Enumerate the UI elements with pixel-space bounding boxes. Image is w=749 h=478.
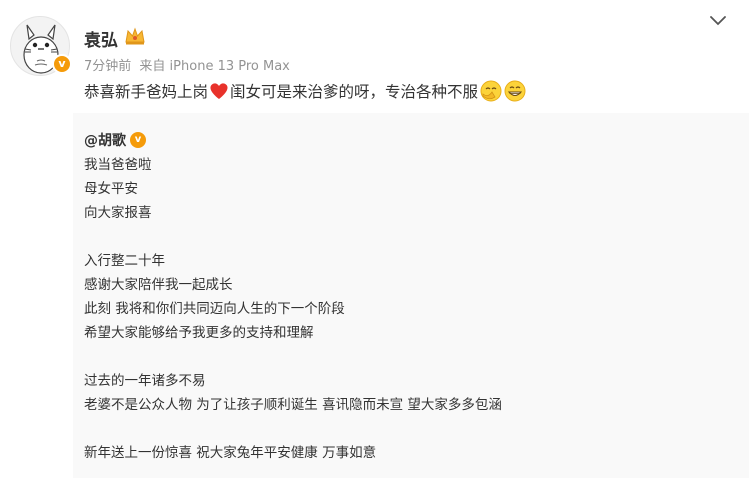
post-text-part2: 闺女可是来治爹的呀，专治各种不服: [230, 83, 479, 101]
avatar-container[interactable]: v: [10, 16, 72, 76]
mention-author[interactable]: @胡歌 v: [84, 130, 146, 150]
username[interactable]: 袁弘: [84, 26, 118, 51]
red-heart-emoji: [210, 83, 228, 99]
post-menu-button[interactable]: [707, 10, 729, 32]
post-source: 来自 iPhone 13 Pro Max: [139, 59, 290, 74]
repost-line: 入行整二十年: [84, 253, 165, 269]
hiding-smile-emoji: [480, 80, 502, 102]
repost-line: 老婆不是公众人物 为了让孩子顺利诞生 喜讯隐而未宣 望大家多多包涵: [84, 397, 502, 413]
verified-badge-icon: v: [130, 132, 146, 148]
repost-line: 希望大家能够给予我更多的支持和理解: [84, 325, 314, 341]
repost-line: 我当爸爸啦: [84, 157, 152, 173]
chevron-down-icon: [710, 16, 726, 26]
post-text: 恭喜新手爸妈上岗 闺女可是来治爹的呀，专治各种不服: [84, 80, 526, 102]
repost-line: 此刻 我将和你们共同迈向人生的下一个阶段: [84, 301, 345, 317]
post-text-part1: 恭喜新手爸妈上岗: [84, 83, 209, 101]
post-meta: 7分钟前 来自 iPhone 13 Pro Max: [84, 55, 294, 74]
repost-line: 新年送上一份惊喜 祝大家兔年平安健康 万事如意: [84, 445, 377, 461]
verified-badge-icon: v: [52, 54, 72, 74]
crown-icon[interactable]: [124, 26, 146, 46]
repost-line: 感谢大家陪伴我一起成长: [84, 277, 233, 293]
mention-author-link[interactable]: @胡歌: [84, 130, 126, 150]
repost-line: 过去的一年诸多不易: [84, 373, 206, 389]
repost-block[interactable]: @胡歌 v 我当爸爸啦 母女平安 向大家报喜 入行整二十年 感谢大家陪伴我一起成…: [73, 113, 749, 478]
post-time[interactable]: 7分钟前: [84, 59, 131, 74]
repost-line: 母女平安: [84, 181, 138, 197]
repost-line: 向大家报喜: [84, 205, 152, 221]
grin-emoji: [504, 80, 526, 102]
